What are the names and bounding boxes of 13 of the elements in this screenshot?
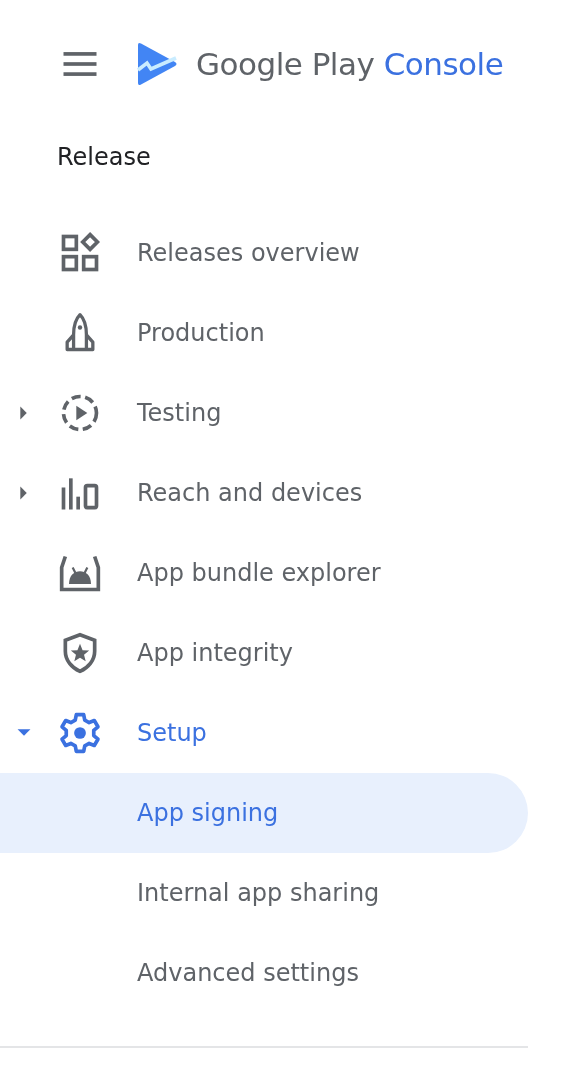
nav-item[interactable]: Reach and devices — [0, 453, 528, 533]
nav-subitem[interactable]: App signing — [0, 773, 528, 853]
nav-subitem[interactable]: Internal app sharing — [0, 853, 528, 933]
nav-item[interactable]: App integrity — [0, 613, 528, 693]
app-title: Google Play Console — [196, 46, 504, 82]
nav-item[interactable]: App bundle explorer — [0, 533, 528, 613]
nav-item[interactable]: Setup — [0, 693, 528, 773]
nav-item[interactable]: Production — [0, 293, 528, 373]
section-heading: Release — [57, 142, 152, 172]
nav-subitem[interactable]: Advanced settings — [0, 933, 528, 1013]
nav-item[interactable]: Releases overview — [0, 213, 528, 293]
settings-icon — [58, 711, 102, 755]
nav-item[interactable]: Testing — [0, 373, 528, 453]
